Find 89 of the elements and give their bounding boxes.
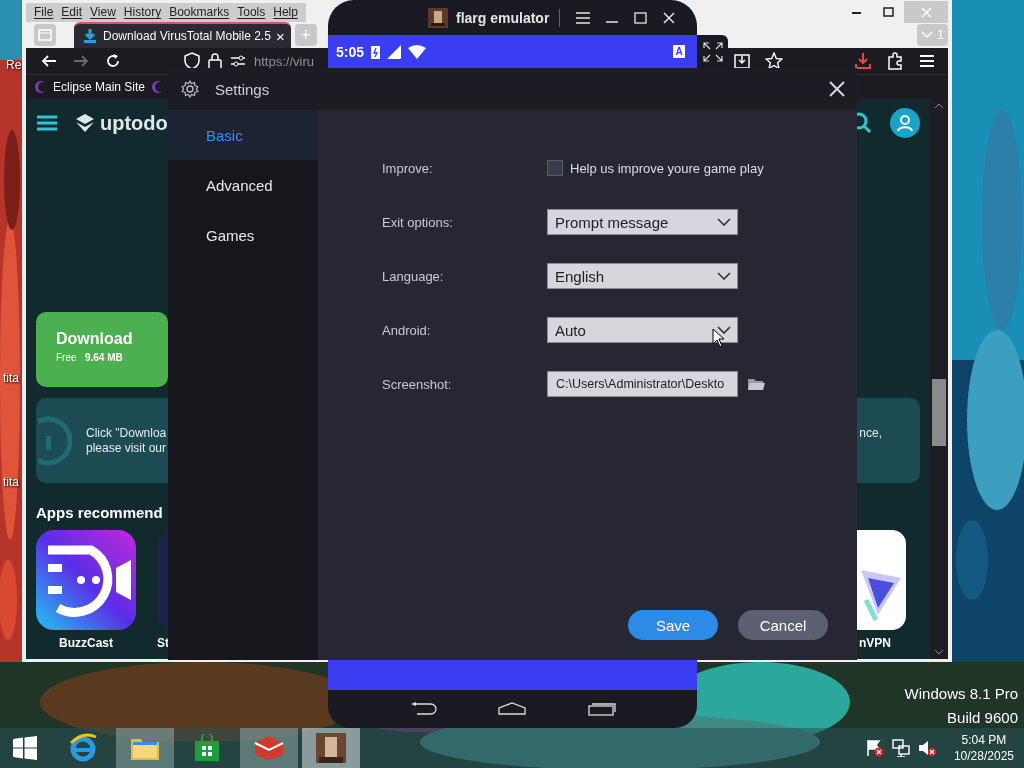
close-icon[interactable]: [829, 81, 845, 97]
notice-text: nce,: [859, 426, 882, 440]
os-edition-text: Windows 8.1 Pro: [904, 685, 1018, 702]
notice-text: Click "Downloa please visit our: [86, 425, 167, 456]
store-icon[interactable]: [194, 734, 220, 762]
taskbar-button[interactable]: [240, 728, 298, 768]
star-icon[interactable]: [765, 52, 783, 70]
moon-icon[interactable]: [151, 80, 166, 94]
dropdown[interactable]: English: [547, 263, 738, 289]
shield-icon: [184, 52, 200, 70]
window-icon: [38, 29, 52, 41]
bookmark[interactable]: Eclipse Main Site: [34, 80, 146, 94]
menu-item[interactable]: Help: [269, 5, 302, 19]
download-arrow-icon: [82, 28, 98, 44]
chevron-down-icon: [934, 649, 944, 655]
profile-button[interactable]: [890, 108, 920, 138]
battery-icon: [371, 44, 381, 59]
app-name[interactable]: BuzzCast: [36, 636, 136, 650]
tab-close-button[interactable]: ×: [275, 27, 285, 45]
chevron-down-icon: [717, 218, 731, 226]
nav-item[interactable]: Advanced: [168, 160, 318, 210]
info-icon: [38, 415, 72, 466]
taskbar-button[interactable]: [302, 728, 360, 768]
scrollbar[interactable]: [930, 99, 948, 659]
menu-icon[interactable]: [36, 114, 58, 132]
moon-icon: [34, 80, 48, 94]
os-build-text: Build 9600: [947, 709, 1018, 726]
nav-item[interactable]: Basic: [168, 110, 318, 160]
checkbox-label[interactable]: Help us improve youre game play: [570, 160, 764, 176]
app-icon[interactable]: [316, 733, 346, 763]
chevron-down-icon: [921, 31, 934, 39]
path-field[interactable]: C:\Users\Administrator\Deskto: [547, 371, 738, 397]
person-icon: [896, 114, 914, 132]
menu-item[interactable]: Bookmarks: [165, 5, 234, 19]
status-time: 5:05: [336, 43, 365, 60]
download-icon[interactable]: [854, 52, 872, 70]
home-icon[interactable]: [498, 702, 527, 716]
menu-item[interactable]: File: [30, 5, 58, 19]
browser-tab[interactable]: Download VirusTotal Mobile 2.5 ×: [74, 22, 291, 48]
folder-icon[interactable]: [748, 377, 765, 391]
lock-icon: [208, 52, 222, 70]
checkbox[interactable]: [547, 160, 563, 176]
recent-apps-icon[interactable]: [588, 702, 617, 716]
reload-icon[interactable]: [104, 52, 122, 70]
gear-icon: [181, 80, 199, 98]
dropdown[interactable]: Auto: [547, 317, 738, 343]
signal-icon: [387, 44, 402, 59]
wifi-icon: [408, 44, 427, 59]
cancel-button[interactable]: Cancel: [738, 610, 828, 640]
clock[interactable]: 5:04 PM 10/28/2025: [953, 732, 1014, 764]
taskbar-button[interactable]: [116, 728, 174, 768]
browser-icon[interactable]: [68, 733, 98, 763]
maximize-icon[interactable]: [882, 6, 894, 18]
field-label: Improve:: [382, 160, 434, 176]
close-icon[interactable]: [663, 11, 676, 24]
keyboard-badge: A: [673, 45, 685, 58]
chevron-down-icon: [717, 326, 731, 334]
logo-icon: [74, 113, 96, 133]
menu-item[interactable]: History: [119, 5, 166, 19]
expand-icon[interactable]: [702, 41, 723, 62]
flag-icon[interactable]: [865, 739, 884, 757]
field-label: Exit options:: [382, 214, 454, 230]
scrollbar-thumb[interactable]: [932, 379, 946, 446]
nav-item[interactable]: Games: [168, 210, 318, 260]
field-label: Android:: [382, 322, 432, 338]
speaker-muted-icon[interactable]: [917, 739, 936, 757]
windows-logo-icon[interactable]: [13, 736, 37, 760]
chevron-up-icon: [934, 103, 944, 109]
cursor-icon: [712, 328, 725, 348]
window-title: flarg emulator: [456, 9, 550, 26]
section-title: Apps recommend: [36, 504, 163, 521]
save-button[interactable]: Save: [628, 610, 718, 640]
site-logo[interactable]: uptodo: [100, 111, 168, 135]
sliders-icon: [230, 54, 246, 68]
field-label: Language:: [382, 268, 445, 284]
app-icon: [428, 7, 448, 28]
save-to-tray-icon[interactable]: [733, 52, 751, 70]
dropdown[interactable]: Prompt message: [547, 209, 738, 235]
menu-item[interactable]: Edit: [57, 5, 87, 19]
url-text[interactable]: https://viru: [254, 53, 314, 69]
app-icon[interactable]: [36, 530, 136, 630]
menu-item[interactable]: Tools: [233, 5, 270, 19]
puzzle-icon[interactable]: [886, 52, 904, 70]
network-icon[interactable]: [891, 739, 910, 757]
dialog-title: Settings: [215, 80, 270, 98]
field-label: Screenshot:: [382, 376, 453, 392]
chevron-down-icon: [717, 272, 731, 280]
menu-item[interactable]: View: [86, 5, 120, 19]
menu-icon[interactable]: [918, 52, 936, 70]
